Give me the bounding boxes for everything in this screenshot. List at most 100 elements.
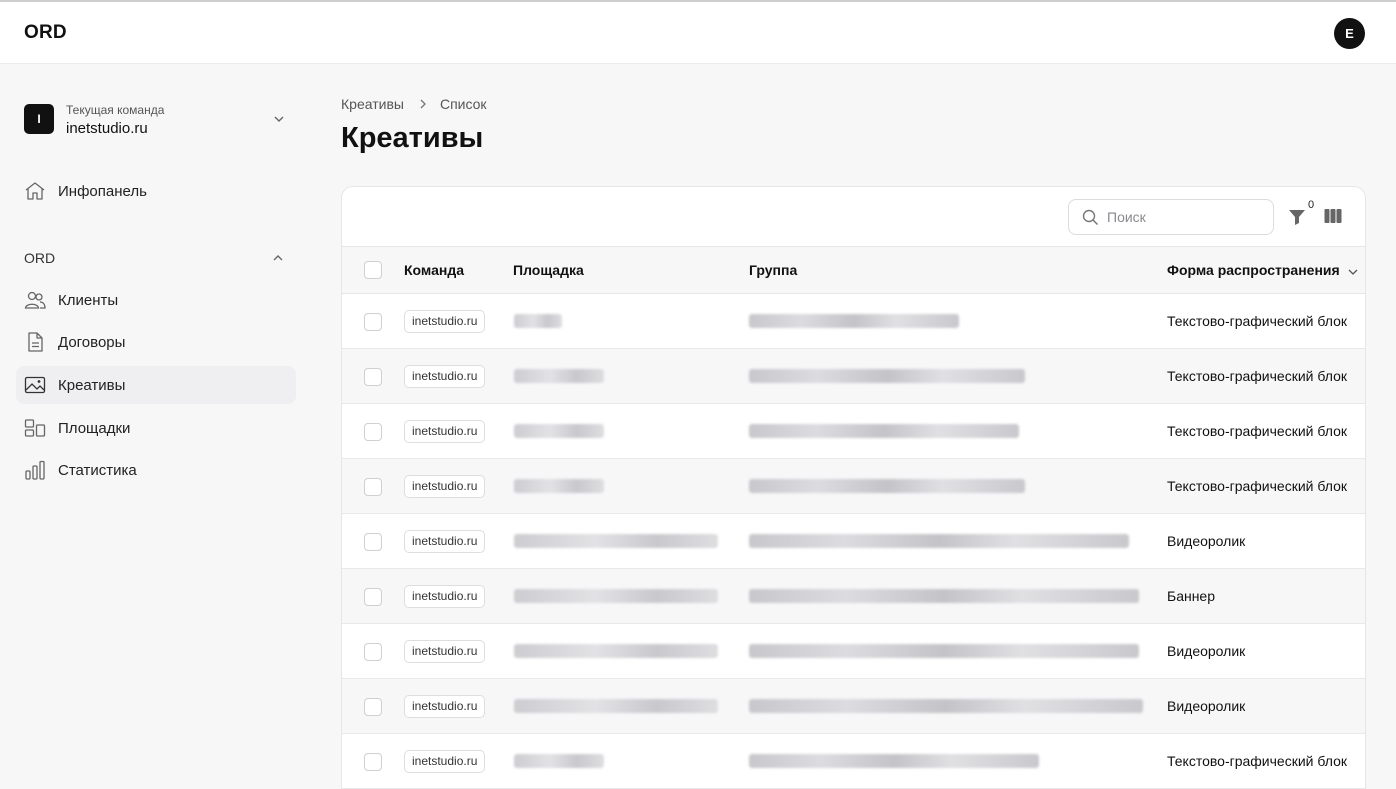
chevron-up-icon[interactable]	[271, 251, 285, 265]
form-cell: Видеоролик	[1167, 698, 1246, 714]
platform-cell-redacted	[514, 424, 604, 438]
team-chip: inetstudio.ru	[404, 475, 486, 498]
select-all-checkbox[interactable]	[364, 261, 382, 279]
table-row[interactable]: inetstudio.ru Текстово-графический блок	[342, 459, 1365, 514]
platform-cell-redacted	[514, 644, 718, 658]
team-chip: inetstudio.ru	[404, 365, 486, 388]
column-header-group[interactable]: Группа	[749, 262, 797, 278]
group-cell-redacted	[749, 314, 959, 328]
sidebar-item-contracts[interactable]: Договоры	[16, 323, 296, 361]
platform-cell-redacted	[514, 589, 718, 603]
group-cell-redacted	[749, 754, 1039, 768]
form-cell: Видеоролик	[1167, 533, 1246, 549]
top-bar: ORD E	[0, 0, 1396, 64]
team-chip: inetstudio.ru	[404, 310, 486, 333]
row-checkbox[interactable]	[364, 368, 382, 386]
table-row[interactable]: inetstudio.ru Видеоролик	[342, 679, 1365, 734]
row-checkbox[interactable]	[364, 478, 382, 496]
table-row[interactable]: inetstudio.ru Видеоролик	[342, 514, 1365, 569]
row-checkbox[interactable]	[364, 643, 382, 661]
group-cell-redacted	[749, 424, 1019, 438]
form-cell: Текстово-графический блок	[1167, 423, 1347, 439]
chart-icon	[25, 460, 45, 480]
team-name: inetstudio.ru	[66, 120, 148, 137]
page-title: Креативы	[341, 122, 484, 154]
platform-cell-redacted	[514, 534, 718, 548]
group-cell-redacted	[749, 699, 1143, 713]
document-icon	[28, 332, 43, 352]
sidebar-item-label: Договоры	[58, 334, 126, 351]
table-row[interactable]: inetstudio.ru Текстово-графический блок	[342, 294, 1365, 349]
column-header-form[interactable]: Форма распространения	[1167, 262, 1340, 278]
form-cell: Текстово-графический блок	[1167, 753, 1347, 769]
form-cell: Баннер	[1167, 588, 1216, 604]
team-switcher[interactable]: I Текущая команда inetstudio.ru	[24, 102, 296, 142]
team-caption: Текущая команда	[66, 103, 165, 117]
columns-icon[interactable]	[1324, 208, 1342, 224]
sidebar-item-label: Инфопанель	[58, 183, 147, 200]
group-cell-redacted	[749, 644, 1139, 658]
table-row[interactable]: inetstudio.ru Текстово-графический блок	[342, 349, 1365, 404]
table-row[interactable]: inetstudio.ru Баннер	[342, 569, 1365, 624]
search-icon	[1082, 209, 1099, 226]
sidebar-item-platforms[interactable]: Площадки	[16, 409, 296, 447]
breadcrumb-current: Список	[439, 96, 487, 112]
team-chip: inetstudio.ru	[404, 420, 486, 443]
sidebar-item-label: Клиенты	[58, 292, 119, 309]
chevron-down-icon[interactable]	[272, 112, 286, 126]
group-cell-redacted	[749, 534, 1129, 548]
breadcrumb-root[interactable]: Креативы	[341, 96, 404, 112]
sidebar-item-statistics[interactable]: Статистика	[16, 451, 296, 489]
table-row[interactable]: inetstudio.ru Текстово-графический блок	[342, 404, 1365, 459]
team-chip: inetstudio.ru	[404, 750, 486, 773]
team-chip: inetstudio.ru	[404, 640, 486, 663]
sidebar-section-ord[interactable]: ORD	[24, 250, 55, 266]
group-cell-redacted	[749, 479, 1025, 493]
chevron-right-icon	[420, 99, 426, 109]
row-checkbox[interactable]	[364, 698, 382, 716]
row-checkbox[interactable]	[364, 753, 382, 771]
team-chip: inetstudio.ru	[404, 695, 486, 718]
sidebar: I Текущая команда inetstudio.ru Инфопане…	[0, 64, 318, 789]
platform-cell-redacted	[514, 369, 604, 383]
platform-cell-redacted	[514, 754, 604, 768]
team-chip: inetstudio.ru	[404, 530, 486, 553]
form-cell: Текстово-графический блок	[1167, 478, 1347, 494]
column-header-team[interactable]: Команда	[404, 262, 464, 278]
platform-cell-redacted	[514, 479, 604, 493]
search-input[interactable]	[1107, 207, 1267, 227]
form-cell: Текстово-графический блок	[1167, 313, 1347, 329]
sidebar-item-dashboard[interactable]: Инфопанель	[16, 172, 296, 210]
group-cell-redacted	[749, 589, 1139, 603]
app-logo[interactable]: ORD	[24, 22, 67, 44]
filter-icon[interactable]	[1286, 205, 1308, 227]
image-icon	[24, 376, 46, 394]
table-row[interactable]: inetstudio.ru Текстово-графический блок	[342, 734, 1365, 789]
table-row[interactable]: inetstudio.ru Видеоролик	[342, 624, 1365, 679]
team-chip: inetstudio.ru	[404, 585, 486, 608]
users-icon	[24, 291, 46, 309]
sidebar-item-label: Статистика	[58, 462, 137, 479]
sidebar-item-creatives[interactable]: Креативы	[16, 366, 296, 404]
form-cell: Текстово-графический блок	[1167, 368, 1347, 384]
team-logo: I	[24, 104, 54, 134]
group-cell-redacted	[749, 369, 1025, 383]
row-checkbox[interactable]	[364, 423, 382, 441]
sidebar-item-label: Площадки	[58, 420, 131, 437]
breadcrumb: Креативы Список	[341, 96, 487, 112]
form-cell: Видеоролик	[1167, 643, 1246, 659]
sidebar-item-clients[interactable]: Клиенты	[16, 281, 296, 319]
filter-count-badge: 0	[1308, 199, 1315, 211]
row-checkbox[interactable]	[364, 533, 382, 551]
column-header-platform[interactable]: Площадка	[513, 262, 584, 278]
chevron-down-icon[interactable]	[1347, 266, 1359, 278]
user-avatar[interactable]: E	[1334, 18, 1365, 49]
table-header: Команда Площадка Группа Форма распростра…	[342, 246, 1365, 294]
platform-cell-redacted	[514, 699, 718, 713]
sidebar-item-label: Креативы	[58, 377, 126, 394]
row-checkbox[interactable]	[364, 588, 382, 606]
home-icon	[25, 182, 45, 200]
creatives-table-card: 0 Команда Площадка Группа Форма распрост…	[341, 186, 1366, 789]
row-checkbox[interactable]	[364, 313, 382, 331]
search-box[interactable]	[1068, 199, 1274, 235]
